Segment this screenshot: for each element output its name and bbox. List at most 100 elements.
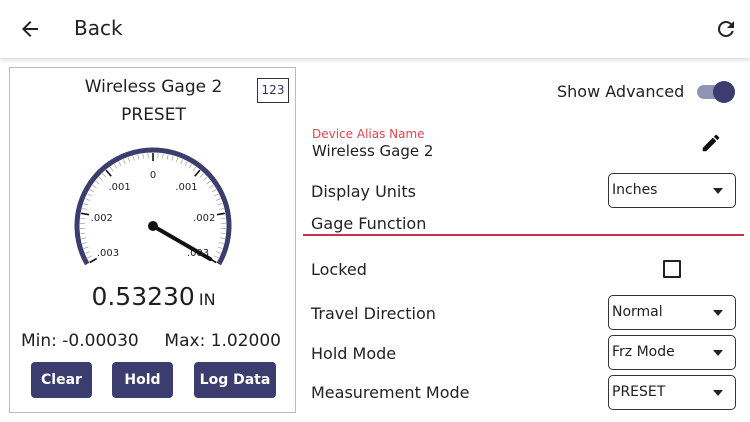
minor-tick	[220, 217, 226, 220]
minor-tick	[132, 155, 135, 161]
measurement-mode-value: PRESET	[612, 384, 666, 400]
clear-button[interactable]: Clear	[31, 362, 92, 398]
minor-tick	[127, 157, 131, 163]
minor-tick	[82, 207, 88, 210]
minor-tick	[217, 246, 223, 249]
minor-tick	[220, 232, 226, 235]
minor-tick	[87, 255, 93, 259]
minor-tick	[109, 166, 114, 172]
minor-tick	[92, 184, 97, 189]
minor-tick	[213, 193, 219, 197]
arrow-left-icon[interactable]	[18, 17, 42, 41]
display-units-select[interactable]: Inches	[608, 173, 736, 208]
reading-unit: IN	[198, 290, 216, 309]
minor-tick	[209, 184, 214, 189]
minor-tick	[102, 173, 107, 178]
minor-tick	[215, 251, 221, 254]
back-label[interactable]: Back	[74, 16, 123, 40]
dial-label: .002	[193, 213, 215, 224]
dial-label: 0	[150, 170, 156, 181]
minor-tick	[80, 232, 86, 235]
major-tick	[194, 169, 201, 177]
dial-label: .003	[97, 248, 119, 259]
minor-tick	[219, 237, 225, 240]
dial-label: .001	[175, 182, 197, 193]
minor-tick	[142, 153, 144, 159]
minor-tick	[211, 189, 217, 193]
dial-label: .001	[108, 182, 130, 193]
travel-direction-select[interactable]: Normal	[608, 295, 736, 330]
minor-tick	[206, 180, 211, 185]
minor-tick	[180, 159, 184, 165]
edit-pencil-icon[interactable]	[700, 132, 722, 154]
major-tick	[80, 212, 90, 216]
caret-down-icon	[713, 390, 723, 396]
minor-tick	[218, 207, 224, 210]
minor-tick	[175, 157, 179, 163]
minor-tick	[98, 176, 103, 181]
minor-tick	[215, 198, 221, 201]
minor-tick	[81, 237, 87, 240]
max-value: Max: 1.02000	[164, 331, 281, 351]
min-value: Min: -0.00030	[21, 331, 139, 351]
show-advanced-toggle[interactable]	[697, 81, 735, 103]
minor-tick	[80, 217, 86, 220]
locked-checkbox[interactable]	[663, 260, 681, 278]
major-tick	[105, 169, 112, 177]
caret-down-icon	[713, 350, 723, 356]
reading-display: 0.53230 IN	[10, 282, 297, 311]
travel-direction-label: Travel Direction	[311, 304, 436, 323]
gauge-card: Wireless Gage 2 PRESET 123 0.001.001.002…	[9, 67, 296, 413]
minor-tick	[218, 242, 224, 245]
minor-tick	[217, 203, 223, 206]
show-advanced-label: Show Advanced	[557, 82, 685, 101]
minor-tick	[203, 176, 208, 181]
caret-down-icon	[713, 310, 723, 316]
minor-tick	[213, 255, 219, 259]
hold-mode-value: Frz Mode	[612, 344, 675, 360]
dial-gauge: 0.001.001.002.002.003.003	[74, 147, 232, 266]
minor-tick	[82, 242, 88, 245]
minor-tick	[192, 166, 197, 172]
minor-tick	[162, 153, 164, 159]
minor-tick	[188, 163, 193, 169]
hold-mode-label: Hold Mode	[311, 344, 397, 363]
minor-tick	[113, 163, 118, 169]
gauge-arc	[74, 147, 232, 266]
refresh-icon[interactable]	[714, 17, 738, 41]
minor-tick	[87, 193, 93, 197]
toggle-knob	[713, 81, 735, 103]
log-data-button[interactable]: Log Data	[194, 362, 276, 398]
section-divider	[303, 234, 744, 236]
minor-tick	[89, 189, 95, 193]
section-title: Gage Function	[311, 214, 427, 233]
minor-tick	[83, 203, 89, 206]
caret-down-icon	[713, 188, 723, 194]
minor-tick	[184, 161, 188, 167]
major-tick	[89, 257, 98, 264]
display-units-label: Display Units	[311, 182, 416, 201]
minor-tick	[122, 159, 126, 165]
hold-button[interactable]: Hold	[112, 362, 173, 398]
needle-hub	[148, 221, 158, 231]
minor-tick	[85, 251, 91, 254]
display-units-value: Inches	[612, 182, 658, 198]
measurement-mode-select[interactable]: PRESET	[608, 375, 736, 410]
minor-tick	[95, 180, 100, 185]
hold-mode-select[interactable]: Frz Mode	[608, 335, 736, 370]
alias-value: Wireless Gage 2	[312, 142, 434, 160]
measurement-mode-label: Measurement Mode	[311, 383, 470, 402]
major-tick	[216, 212, 226, 216]
gauge-needle	[151, 224, 213, 261]
minor-tick	[199, 173, 204, 178]
reading-value: 0.53230	[91, 282, 195, 311]
top-app-bar: Back	[0, 0, 750, 58]
minor-tick	[137, 154, 140, 160]
minor-tick	[166, 154, 169, 160]
minor-tick	[85, 198, 91, 201]
dial-label: .002	[91, 213, 113, 224]
travel-direction-value: Normal	[612, 304, 663, 320]
minor-tick	[118, 161, 122, 167]
minor-tick	[83, 246, 89, 249]
minor-tick	[171, 155, 174, 161]
